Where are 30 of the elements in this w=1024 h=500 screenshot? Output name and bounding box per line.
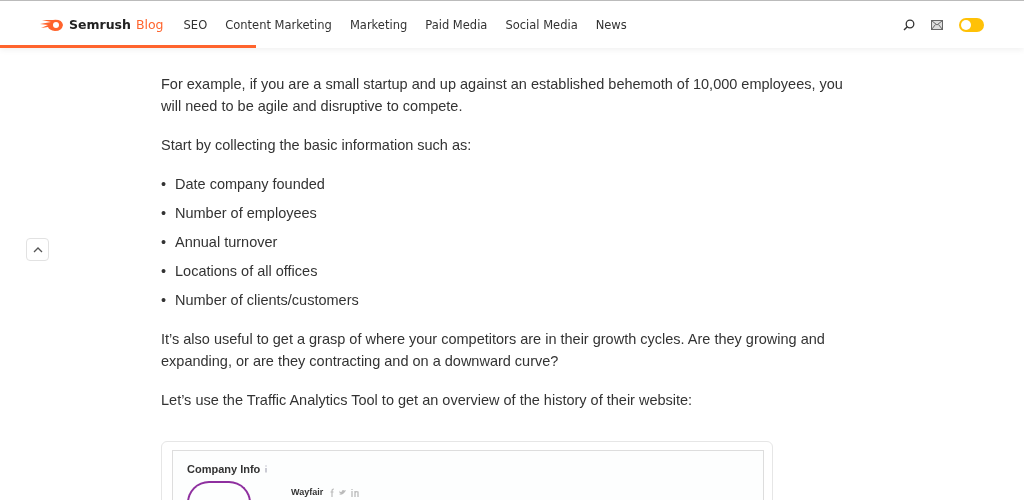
paragraph: For example, if you are a small startup and up against an established behemoth of 10,000 employees, you will need to be agile and disruptive to compete. [161,75,844,116]
list-item: Annual turnover [175,233,278,252]
paragraph: Start by collecting the basic information such as: [161,136,473,155]
nav-link[interactable]: SEO [183,17,208,32]
chevron-up-icon [32,246,43,253]
list-item: Number of employees [175,204,317,223]
panel-title: Company Info [187,462,261,477]
envelope-icon[interactable] [931,19,943,30]
back-to-top-button[interactable] [26,238,49,261]
dark-mode-toggle[interactable] [959,17,984,32]
company-name: Wayfair [291,486,324,499]
list-item: Locations of all offices [175,262,318,281]
paragraph: Let’s use the Traffic Analytics Tool to get an overview of the history of their website: [161,391,694,410]
fireball-logo-icon[interactable] [40,18,64,31]
list-item: Date company founded [175,175,325,194]
list-item: Number of clients/customers [175,291,359,310]
bullet: • [161,175,167,194]
search-icon[interactable] [903,18,915,31]
nav-link[interactable]: Marketing [349,17,408,32]
bullet: • [161,233,167,252]
bullet: • [161,262,167,281]
paragraph: It’s also useful to get a grasp of where your competitors are in their growth cycles. Are they growing and expanding, or are they contracting and on a downward curve? [161,330,826,371]
bullet: • [161,204,167,223]
nav-link[interactable]: News [595,17,627,32]
nav-link[interactable]: Social Media [505,17,578,32]
bullet: • [161,291,167,310]
nav-link[interactable]: Content Marketing [225,17,332,32]
logo-text[interactable]: Semrush [69,17,131,32]
info-icon [264,465,269,473]
nav-link[interactable]: Paid Media [425,17,488,32]
